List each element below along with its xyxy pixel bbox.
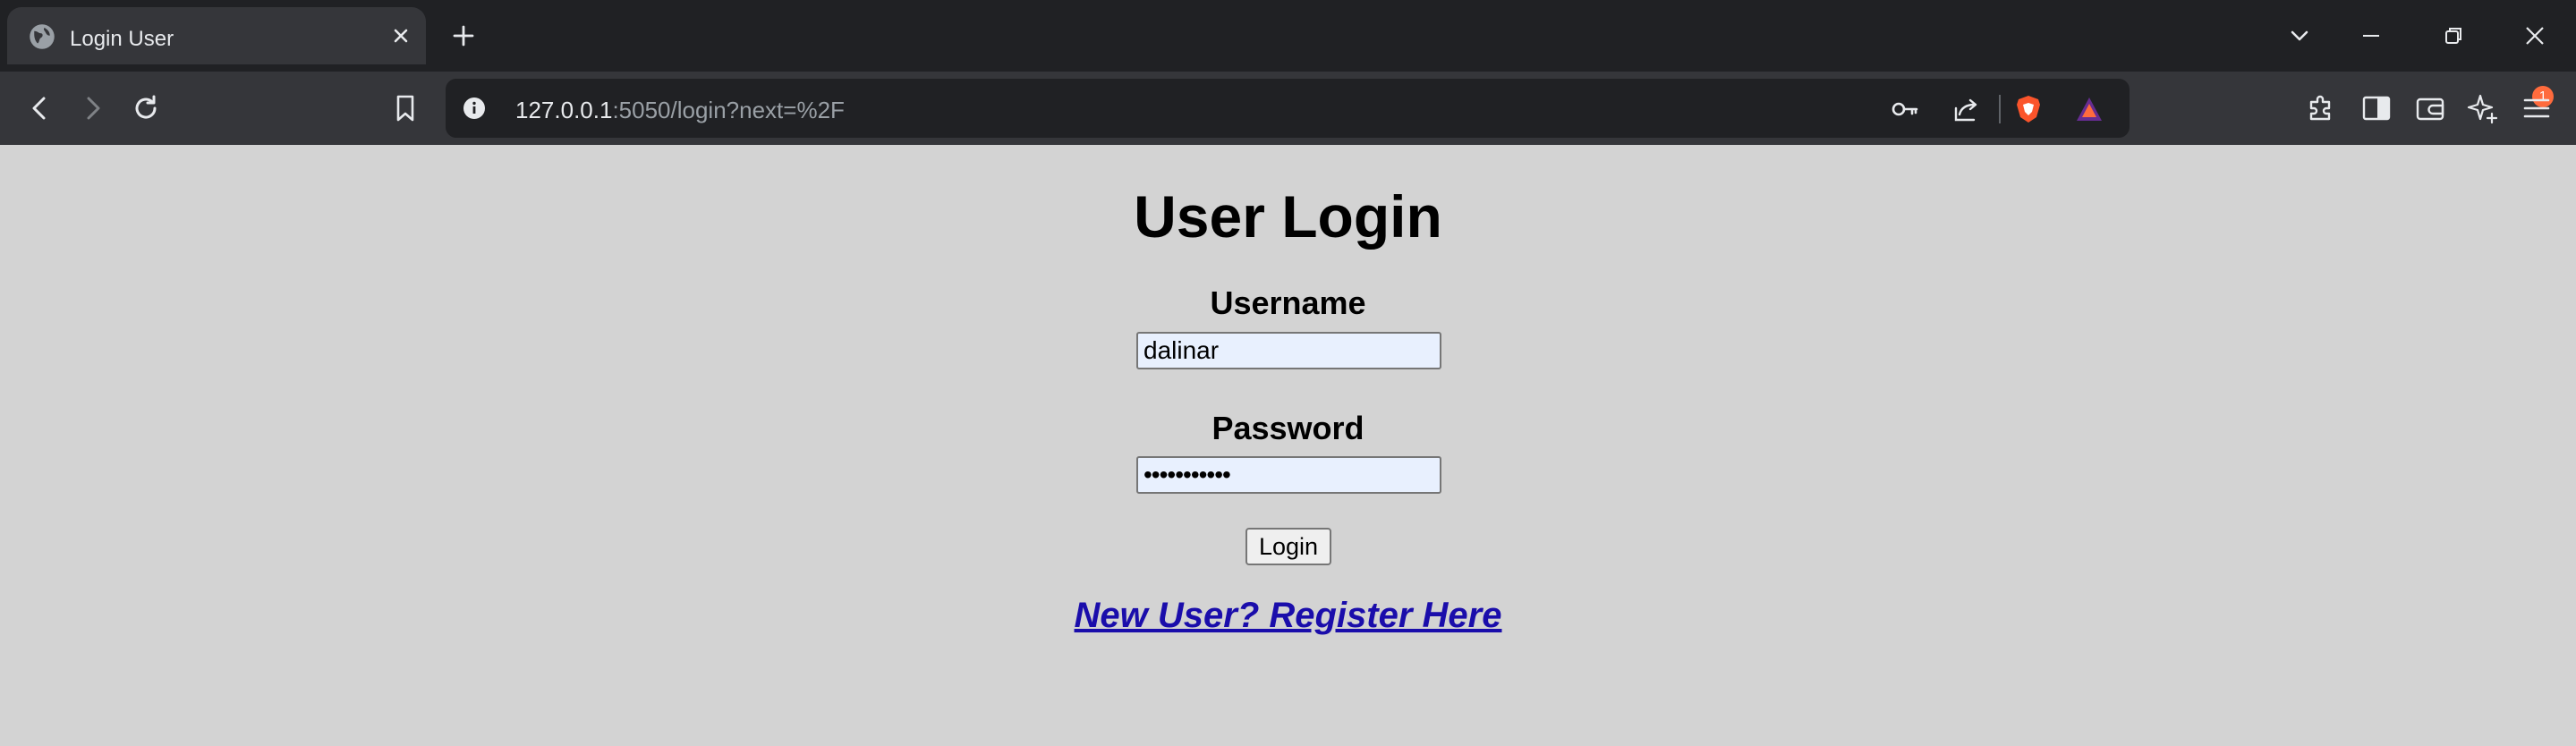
login-button[interactable]: Login [1245,528,1331,565]
register-link[interactable]: New User? Register Here [0,596,2576,636]
username-input[interactable]: dalinar [1136,332,1441,369]
url-path: :5050/login?next=%2F [612,97,845,123]
url-text[interactable]: 127.0.0.1:5050/login?next=%2F [515,97,845,124]
bookmark-icon[interactable] [387,89,424,127]
sidebar-toggle-icon[interactable] [2358,89,2395,127]
minimize-window-icon[interactable] [2355,20,2387,52]
brave-shields-icon[interactable] [2011,92,2045,126]
main-menu-hamburger-icon[interactable] [2518,89,2555,127]
forward-arrow-icon[interactable] [73,89,111,127]
tab-search-chevron-down-icon[interactable] [2283,20,2316,52]
restore-window-icon[interactable] [2437,20,2470,52]
password-input[interactable]: ••••••••••• [1136,456,1441,494]
page-content: User Login Username dalinar Password •••… [0,145,2576,746]
brave-rewards-icon[interactable] [2072,92,2106,126]
tab-login-user[interactable]: Login User [7,7,426,64]
password-key-icon[interactable] [1888,92,1922,126]
reload-icon[interactable] [127,89,165,127]
password-label: Password [1211,410,1365,446]
address-bar[interactable]: 127.0.0.1:5050/login?next=%2F 1 [446,79,2554,138]
tab-strip: Login User [0,0,2576,72]
page-title: User Login [1134,183,1442,250]
url-host: 127.0.0.1 [515,97,613,123]
wallet-icon[interactable] [2411,89,2449,127]
browser-toolbar: 127.0.0.1:5050/login?next=%2F 1 [0,72,2576,145]
toolbar-separator [1999,95,2001,123]
new-tab-plus-icon[interactable] [447,20,480,52]
close-window-icon[interactable] [2519,20,2551,52]
back-arrow-icon[interactable] [21,89,59,127]
globe-icon [30,24,55,49]
extensions-puzzle-icon[interactable] [2303,89,2341,127]
leo-ai-sparkle-icon[interactable] [2464,89,2502,127]
site-info-icon[interactable] [462,96,487,121]
username-label: Username [1210,284,1366,321]
tab-title: Login User [70,27,174,51]
share-icon[interactable] [1949,92,1983,126]
close-tab-icon[interactable] [387,21,415,50]
